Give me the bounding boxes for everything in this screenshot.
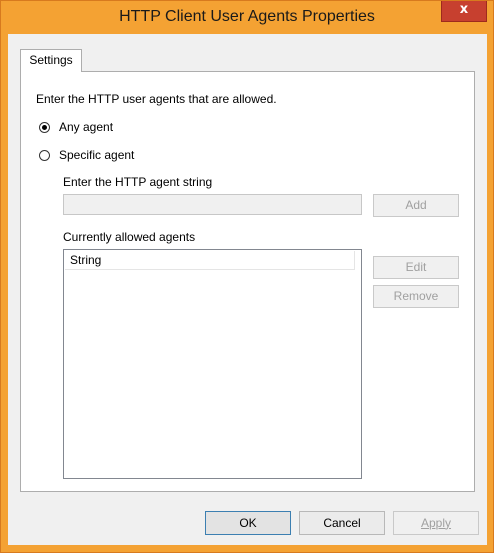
list-column-header-string[interactable]: String: [65, 251, 355, 270]
tab-settings[interactable]: Settings: [20, 49, 82, 72]
apply-button[interactable]: Apply: [393, 511, 479, 535]
add-button[interactable]: Add: [373, 194, 459, 217]
remove-button-label: Remove: [393, 289, 439, 303]
remove-button[interactable]: Remove: [373, 285, 459, 308]
agent-string-label: Enter the HTTP agent string: [63, 175, 213, 189]
tab-settings-label: Settings: [29, 53, 73, 67]
window-title: HTTP Client User Agents Properties: [119, 8, 375, 25]
agent-string-input[interactable]: [63, 194, 362, 215]
radio-specific-agent-label[interactable]: Specific agent: [59, 148, 134, 162]
ok-button[interactable]: OK: [205, 511, 291, 535]
radio-any-agent-label[interactable]: Any agent: [59, 120, 113, 134]
radio-any-agent[interactable]: [39, 122, 50, 133]
title-bar[interactable]: HTTP Client User Agents Properties x: [1, 1, 493, 34]
close-icon: x: [459, 2, 469, 17]
dialog-client-area: Settings Enter the HTTP user agents that…: [8, 34, 487, 545]
cancel-button[interactable]: Cancel: [299, 511, 385, 535]
dialog-window: HTTP Client User Agents Properties x Set…: [0, 0, 494, 553]
add-button-label: Add: [405, 198, 427, 212]
close-button[interactable]: x: [441, 1, 487, 22]
allowed-agents-label: Currently allowed agents: [63, 230, 196, 244]
instruction-text: Enter the HTTP user agents that are allo…: [36, 92, 277, 106]
radio-specific-agent[interactable]: [39, 150, 50, 161]
edit-button-label: Edit: [405, 260, 427, 274]
allowed-agents-list[interactable]: String: [63, 249, 362, 479]
apply-button-label: Apply: [420, 516, 452, 530]
ok-button-label: OK: [239, 516, 257, 530]
cancel-button-label: Cancel: [323, 516, 361, 530]
settings-panel: Enter the HTTP user agents that are allo…: [20, 71, 475, 492]
edit-button[interactable]: Edit: [373, 256, 459, 279]
